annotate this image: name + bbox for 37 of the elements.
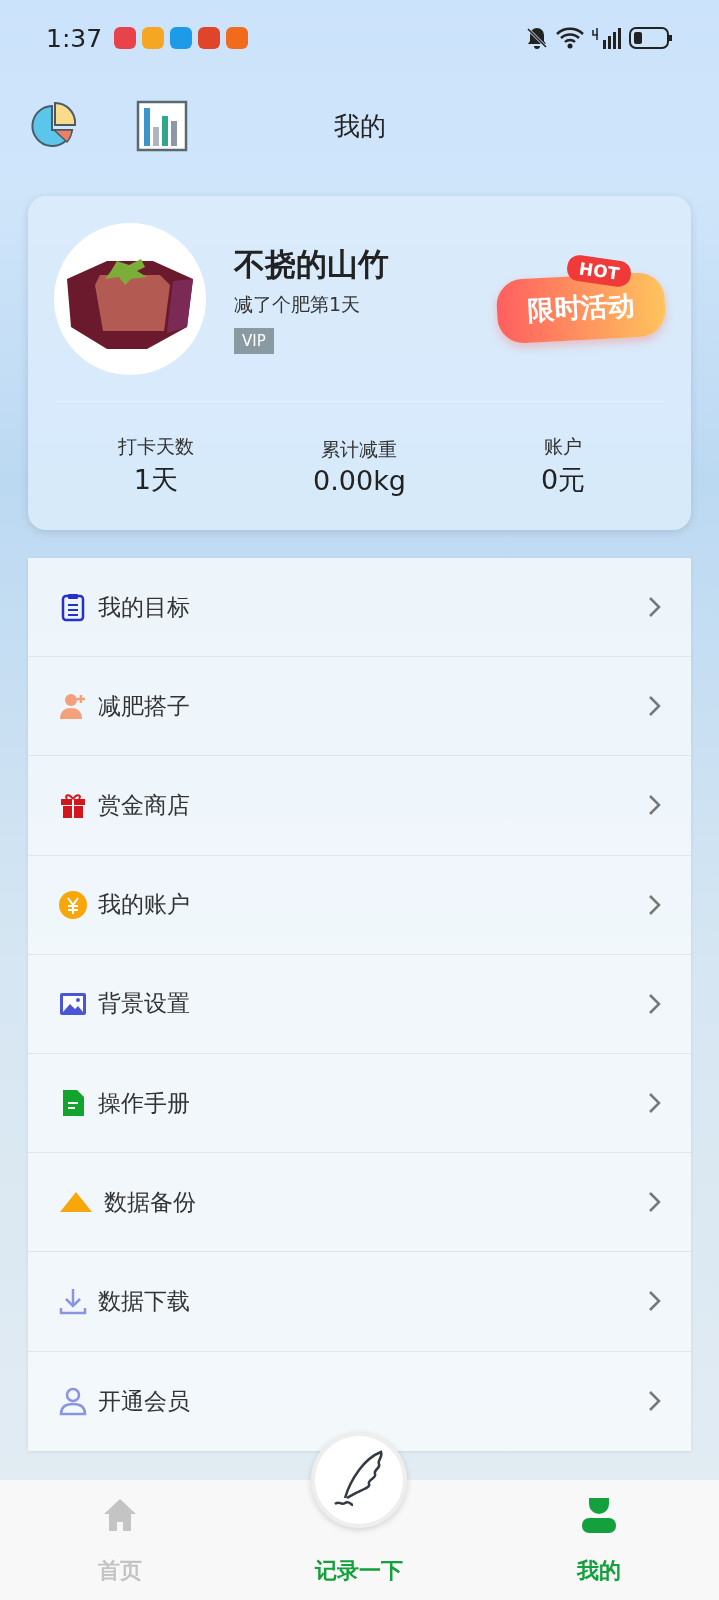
chevron-right-icon — [647, 892, 661, 917]
menu-item[interactable]: 开通会员 — [28, 1351, 691, 1451]
menu-item[interactable]: 我的账户 — [28, 855, 691, 955]
app-notification-icon — [142, 27, 165, 49]
stat-value: 1天 — [133, 463, 178, 497]
app-notification-icon — [226, 27, 249, 49]
chevron-right-icon — [647, 991, 661, 1016]
user-name: 不挠的山竹 — [234, 244, 390, 284]
yen-coin-icon — [58, 889, 88, 920]
app-notification-icon — [198, 27, 221, 49]
bar-chart-icon[interactable] — [136, 100, 188, 152]
menu-item[interactable]: 减肥搭子 — [28, 657, 691, 757]
signal-icon — [591, 26, 623, 50]
page-title: 我的 — [333, 109, 386, 143]
mute-bell-icon — [525, 26, 549, 50]
app-notification-icon — [114, 27, 137, 49]
add-user-icon — [58, 691, 88, 722]
stat-value: 0.00kg — [313, 464, 406, 496]
menu-item[interactable]: 背景设置 — [28, 954, 691, 1054]
status-time: 1:37 — [46, 23, 103, 53]
menu-item[interactable]: 我的目标 — [28, 558, 691, 658]
menu-item[interactable]: 数据备份 — [28, 1153, 691, 1253]
wifi-icon — [555, 26, 585, 50]
menu-item[interactable]: 操作手册 — [28, 1053, 691, 1154]
download-icon — [58, 1286, 88, 1317]
battery-icon — [629, 26, 673, 50]
vip-tag: VIP — [234, 327, 274, 354]
hot-tag: HOT — [565, 253, 633, 288]
menu-item[interactable]: 数据下载 — [28, 1252, 691, 1352]
app-notification-icon — [170, 27, 193, 49]
user-subtitle: 减了个肥第1天 — [234, 291, 362, 317]
stat-value: 0元 — [541, 463, 586, 497]
stat-label: 累计减重 — [321, 436, 398, 462]
menu-item[interactable]: 赏金商店 — [28, 756, 691, 856]
user-icon — [58, 1386, 88, 1417]
stat-label: 打卡天数 — [117, 434, 194, 459]
stat-label: 账户 — [544, 434, 583, 459]
